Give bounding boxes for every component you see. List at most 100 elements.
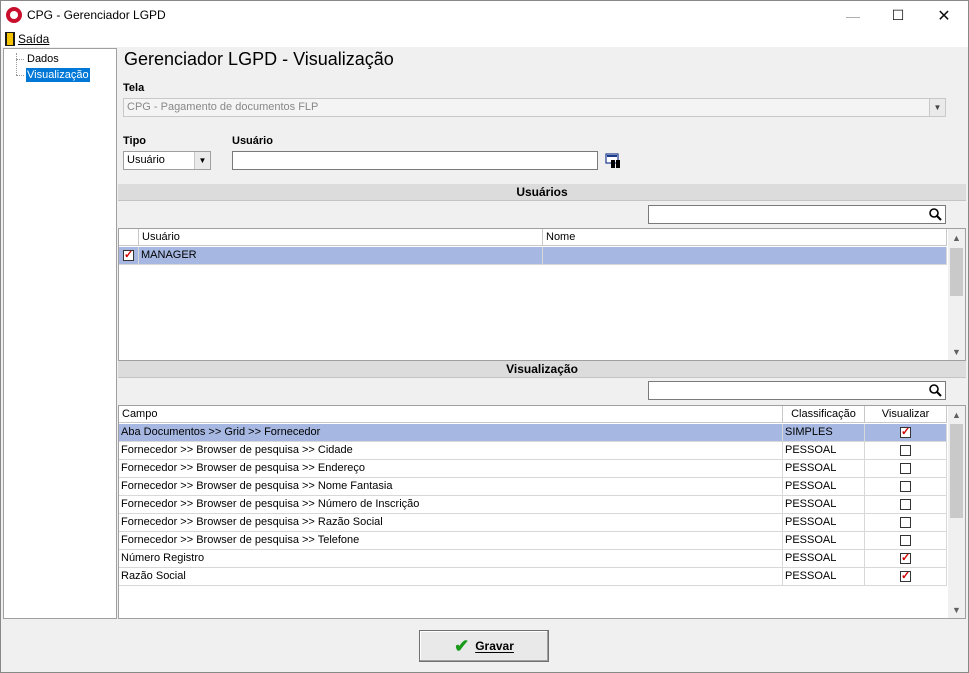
visualizar-checkbox[interactable] bbox=[900, 425, 911, 439]
view-scrollbar[interactable]: ▲ ▼ bbox=[948, 406, 965, 618]
row-select-cell bbox=[119, 247, 139, 265]
classificacao-cell: SIMPLES bbox=[783, 424, 865, 442]
scroll-thumb[interactable] bbox=[950, 424, 963, 518]
tree-connector bbox=[16, 75, 24, 76]
users-col-usuario[interactable]: Usuário bbox=[139, 229, 543, 246]
usuario-label: Usuário bbox=[232, 135, 273, 147]
users-col-nome[interactable]: Nome bbox=[543, 229, 947, 246]
visualizar-checkbox[interactable] bbox=[900, 517, 911, 528]
visualizar-checkbox[interactable] bbox=[900, 499, 911, 510]
visualizar-checkbox[interactable] bbox=[900, 569, 911, 583]
tela-value: CPG - Pagamento de documentos FLP bbox=[127, 101, 319, 113]
view-col-visualizar[interactable]: Visualizar bbox=[865, 406, 947, 423]
tree-connector bbox=[16, 59, 24, 60]
tela-select[interactable]: CPG - Pagamento de documentos FLP ▼ bbox=[123, 98, 946, 117]
nome-cell bbox=[543, 247, 947, 265]
view-grid: Campo Classificação Visualizar Aba Docum… bbox=[118, 405, 966, 619]
checkmark-icon: ✔ bbox=[454, 635, 470, 656]
table-row[interactable]: Fornecedor >> Browser de pesquisa >> End… bbox=[119, 460, 947, 478]
chevron-down-icon: ▼ bbox=[929, 99, 945, 116]
visualizar-checkbox[interactable] bbox=[900, 445, 911, 456]
visualizar-cell bbox=[865, 460, 947, 478]
bottom-action-bar: ✔ Gravar bbox=[1, 622, 968, 672]
scroll-down-icon[interactable]: ▼ bbox=[948, 343, 965, 360]
classificacao-cell: PESSOAL bbox=[783, 478, 865, 496]
menu-exit[interactable]: Saída bbox=[5, 30, 49, 47]
page-title: Gerenciador LGPD - Visualização bbox=[124, 49, 394, 69]
usuario-input[interactable] bbox=[232, 151, 598, 170]
scroll-down-icon[interactable]: ▼ bbox=[948, 601, 965, 618]
save-button-label: Gravar bbox=[475, 639, 514, 653]
classificacao-cell: PESSOAL bbox=[783, 532, 865, 550]
tipo-select[interactable]: Usuário ▼ bbox=[123, 151, 211, 170]
campo-cell: Número Registro bbox=[119, 550, 783, 568]
campo-cell: Fornecedor >> Browser de pesquisa >> Núm… bbox=[119, 496, 783, 514]
close-button[interactable]: ✕ bbox=[921, 1, 967, 30]
table-row[interactable]: Razão Social PESSOAL bbox=[119, 568, 947, 586]
scroll-up-icon[interactable]: ▲ bbox=[948, 406, 965, 423]
title-bar: CPG - Gerenciador LGPD — ☐ ✕ bbox=[1, 1, 968, 30]
maximize-button[interactable]: ☐ bbox=[875, 1, 921, 30]
campo-cell: Fornecedor >> Browser de pesquisa >> Cid… bbox=[119, 442, 783, 460]
classificacao-cell: PESSOAL bbox=[783, 460, 865, 478]
app-logo-icon bbox=[6, 7, 22, 23]
visualizar-cell bbox=[865, 442, 947, 460]
minimize-button[interactable]: — bbox=[830, 1, 876, 30]
classificacao-cell: PESSOAL bbox=[783, 568, 865, 586]
visualizar-checkbox[interactable] bbox=[900, 535, 911, 546]
campo-cell: Aba Documentos >> Grid >> Fornecedor bbox=[119, 424, 783, 442]
usuario-cell: MANAGER bbox=[139, 247, 543, 265]
visualizar-cell bbox=[865, 550, 947, 568]
table-row[interactable]: Fornecedor >> Browser de pesquisa >> Tel… bbox=[119, 532, 947, 550]
campo-cell: Fornecedor >> Browser de pesquisa >> End… bbox=[119, 460, 783, 478]
classificacao-cell: PESSOAL bbox=[783, 514, 865, 532]
scroll-up-icon[interactable]: ▲ bbox=[948, 229, 965, 246]
menu-bar: Saída bbox=[1, 30, 968, 47]
table-row[interactable]: Fornecedor >> Browser de pesquisa >> Raz… bbox=[119, 514, 947, 532]
campo-cell: Fornecedor >> Browser de pesquisa >> Raz… bbox=[119, 514, 783, 532]
save-button[interactable]: ✔ Gravar bbox=[419, 630, 549, 662]
visualizar-checkbox[interactable] bbox=[900, 551, 911, 565]
users-grid: Usuário Nome MANAGER ▲ ▼ bbox=[118, 228, 966, 361]
tree-item-dados[interactable]: Dados bbox=[26, 52, 60, 66]
view-col-classificacao[interactable]: Classificação bbox=[783, 406, 865, 423]
tela-label: Tela bbox=[123, 82, 145, 94]
main-panel: Gerenciador LGPD - Visualização Tela CPG… bbox=[118, 48, 966, 619]
classificacao-cell: PESSOAL bbox=[783, 496, 865, 514]
users-search-input[interactable] bbox=[648, 205, 946, 224]
classificacao-cell: PESSOAL bbox=[783, 550, 865, 568]
chevron-down-icon: ▼ bbox=[194, 152, 210, 169]
view-section-header: Visualização bbox=[118, 361, 966, 378]
window-title: CPG - Gerenciador LGPD bbox=[27, 8, 166, 22]
view-search-input[interactable] bbox=[648, 381, 946, 400]
app-window: CPG - Gerenciador LGPD — ☐ ✕ Saída Dados… bbox=[0, 0, 969, 673]
campo-cell: Fornecedor >> Browser de pesquisa >> Nom… bbox=[119, 478, 783, 496]
table-row[interactable]: MANAGER bbox=[119, 247, 947, 265]
visualizar-checkbox[interactable] bbox=[900, 463, 911, 474]
row-checkbox[interactable] bbox=[123, 248, 134, 262]
table-row[interactable]: Fornecedor >> Browser de pesquisa >> Cid… bbox=[119, 442, 947, 460]
menu-exit-label: Saída bbox=[18, 31, 50, 46]
table-row[interactable]: Fornecedor >> Browser de pesquisa >> Núm… bbox=[119, 496, 947, 514]
visualizar-checkbox[interactable] bbox=[900, 481, 911, 492]
view-col-campo[interactable]: Campo bbox=[119, 406, 783, 423]
users-scrollbar[interactable]: ▲ ▼ bbox=[948, 229, 965, 360]
classificacao-cell: PESSOAL bbox=[783, 442, 865, 460]
tipo-value: Usuário bbox=[127, 154, 165, 166]
table-row[interactable]: Número Registro PESSOAL bbox=[119, 550, 947, 568]
binoculars-search-icon[interactable] bbox=[605, 153, 623, 169]
table-row[interactable]: Aba Documentos >> Grid >> Fornecedor SIMP… bbox=[119, 424, 947, 442]
campo-cell: Fornecedor >> Browser de pesquisa >> Tel… bbox=[119, 532, 783, 550]
visualizar-cell bbox=[865, 424, 947, 442]
search-icon[interactable] bbox=[929, 384, 942, 397]
scroll-thumb[interactable] bbox=[950, 248, 963, 296]
search-icon[interactable] bbox=[929, 208, 942, 221]
navigation-tree: Dados Visualização bbox=[3, 48, 117, 619]
tree-item-visualizacao[interactable]: Visualização bbox=[26, 68, 90, 82]
visualizar-cell bbox=[865, 532, 947, 550]
visualizar-cell bbox=[865, 478, 947, 496]
campo-cell: Razão Social bbox=[119, 568, 783, 586]
users-section-header: Usuários bbox=[118, 184, 966, 201]
exit-door-icon bbox=[5, 31, 15, 46]
table-row[interactable]: Fornecedor >> Browser de pesquisa >> Nom… bbox=[119, 478, 947, 496]
